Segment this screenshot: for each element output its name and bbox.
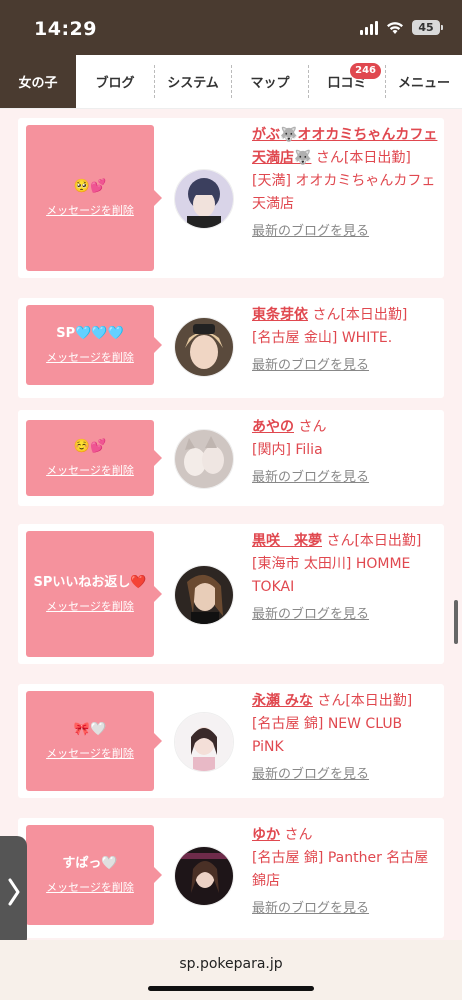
girl-info: がぶ🐺オオカミちゃんカフェ天満店🐺 さん[本日出勤] [天満] オオカミちゃんカ… (252, 124, 438, 243)
honorific: さん (317, 693, 346, 709)
message-card: 🎀🤍 メッセージを削除 永瀬 みな さん[本日出勤] [名古屋 錦] NEW C… (18, 684, 444, 798)
avatar[interactable] (174, 317, 234, 377)
signal-icon (360, 20, 378, 35)
attendance-status: [本日出勤] (354, 533, 422, 549)
message-text: SPいいねお返し❤️ (33, 575, 147, 590)
latest-blog-link[interactable]: 最新のブログを見る (252, 763, 369, 786)
message-text: SP🩵🩵🩵 (56, 326, 124, 341)
avatar[interactable] (174, 846, 234, 906)
latest-blog-link[interactable]: 最新のブログを見る (252, 603, 369, 626)
top-nav: 女の子 ブログ システム マップ 口コミ 246 メニュー (0, 55, 462, 109)
battery-icon: 45 (412, 20, 443, 35)
url-text: sp.pokepara.jp (179, 956, 283, 972)
shop-name: [名古屋 金山] WHITE. (252, 330, 393, 346)
message-text: 🎀🤍 (73, 722, 107, 737)
shop-name: [天満] オオカミちゃんカフェ天満店 (252, 173, 436, 212)
latest-blog-link[interactable]: 最新のブログを見る (252, 354, 369, 377)
message-bubble: SPいいねお返し❤️ メッセージを削除 (26, 531, 162, 657)
delete-message-link[interactable]: メッセージを削除 (46, 462, 134, 478)
delete-message-link[interactable]: メッセージを削除 (46, 349, 134, 365)
browser-url-bar[interactable]: sp.pokepara.jp (0, 940, 462, 1000)
girl-info: 黒咲 来夢 さん[本日出勤] [東海市 太田川] HOMME TOKAI 最新の… (252, 530, 438, 626)
attendance-status: [本日出勤] (343, 150, 411, 166)
delete-message-link[interactable]: メッセージを削除 (46, 202, 134, 218)
wifi-icon (387, 21, 403, 34)
avatar[interactable] (174, 169, 234, 229)
message-card: すぱっ🤍 メッセージを削除 ゆか さん [名古屋 錦] Panther 名古屋錦… (18, 818, 444, 938)
scrollbar[interactable] (454, 600, 458, 644)
girl-info: あやの さん [関内] Filia 最新のブログを見る (252, 416, 438, 489)
shop-name: [名古屋 錦] Panther 名古屋錦店 (252, 850, 429, 889)
message-bubble: すぱっ🤍 メッセージを削除 (26, 825, 162, 925)
message-card: SP🩵🩵🩵 メッセージを削除 東条芽依 さん[本日出勤] [名古屋 金山] WH… (18, 298, 444, 398)
girl-name-link[interactable]: 東条芽依 (252, 307, 308, 323)
latest-blog-link[interactable]: 最新のブログを見る (252, 220, 369, 243)
girl-name-link[interactable]: ゆか (252, 827, 280, 843)
avatar[interactable] (174, 565, 234, 625)
girl-info: 永瀬 みな さん[本日出勤] [名古屋 錦] NEW CLUB PiNK 最新の… (252, 690, 438, 786)
attendance-status: [本日出勤] (345, 693, 413, 709)
status-time: 14:29 (34, 18, 97, 40)
chevron-right-icon (8, 878, 19, 906)
review-count-badge: 246 (350, 63, 381, 79)
tab-map[interactable]: マップ (232, 55, 308, 108)
honorific: さん (284, 827, 313, 843)
girl-info: 東条芽依 さん[本日出勤] [名古屋 金山] WHITE. 最新のブログを見る (252, 304, 438, 377)
avatar[interactable] (174, 712, 234, 772)
girl-name-link[interactable]: 永瀬 みな (252, 693, 313, 709)
girl-name-link[interactable]: 黒咲 来夢 (252, 533, 322, 549)
honorific: さん (326, 533, 355, 549)
attendance-status: [本日出勤] (340, 307, 408, 323)
status-bar: 14:29 45 (0, 0, 462, 55)
message-list: 🥺💕 メッセージを削除 がぶ🐺オオカミちゃんカフェ天満店🐺 さん[本日出勤] [… (0, 108, 462, 940)
message-card: ☺️💕 メッセージを削除 あやの さん [関内] Filia 最新のブログを見る (18, 410, 444, 506)
home-indicator (148, 986, 314, 991)
girl-info: ゆか さん [名古屋 錦] Panther 名古屋錦店 最新のブログを見る (252, 824, 438, 920)
delete-message-link[interactable]: メッセージを削除 (46, 879, 134, 895)
shop-name: [名古屋 錦] NEW CLUB PiNK (252, 716, 403, 755)
latest-blog-link[interactable]: 最新のブログを見る (252, 897, 369, 920)
tab-menu[interactable]: メニュー (386, 55, 462, 108)
girl-name-link[interactable]: あやの (252, 419, 294, 435)
message-text: 🥺💕 (73, 179, 107, 194)
tab-girls[interactable]: 女の子 (0, 55, 76, 108)
tab-system[interactable]: システム (155, 55, 231, 108)
tab-reviews[interactable]: 口コミ 246 (309, 55, 385, 108)
side-drawer-tab[interactable] (0, 836, 27, 948)
message-card: SPいいねお返し❤️ メッセージを削除 黒咲 来夢 さん[本日出勤] [東海市 … (18, 524, 444, 664)
message-bubble: 🥺💕 メッセージを削除 (26, 125, 162, 271)
message-text: ☺️💕 (73, 439, 107, 454)
message-card: 🥺💕 メッセージを削除 がぶ🐺オオカミちゃんカフェ天満店🐺 さん[本日出勤] [… (18, 118, 444, 278)
tab-blog[interactable]: ブログ (76, 55, 154, 108)
battery-level: 45 (418, 21, 434, 34)
message-text: すぱっ🤍 (62, 856, 118, 871)
latest-blog-link[interactable]: 最新のブログを見る (252, 466, 369, 489)
shop-name: [東海市 太田川] HOMME TOKAI (252, 556, 411, 595)
honorific: さん (315, 150, 344, 166)
honorific: さん (312, 307, 341, 323)
message-bubble: 🎀🤍 メッセージを削除 (26, 691, 162, 791)
message-bubble: SP🩵🩵🩵 メッセージを削除 (26, 305, 162, 385)
honorific: さん (298, 419, 327, 435)
status-icons: 45 (360, 20, 443, 35)
shop-name: [関内] Filia (252, 442, 323, 458)
delete-message-link[interactable]: メッセージを削除 (46, 745, 134, 761)
avatar[interactable] (174, 429, 234, 489)
message-bubble: ☺️💕 メッセージを削除 (26, 420, 162, 496)
delete-message-link[interactable]: メッセージを削除 (46, 598, 134, 614)
